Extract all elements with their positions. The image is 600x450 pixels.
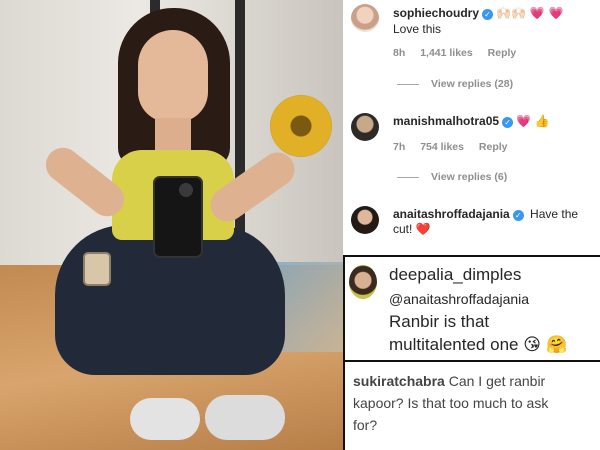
comment-text: Have the — [530, 207, 579, 221]
avatar[interactable] — [349, 265, 377, 299]
view-replies-label: View replies (6) — [431, 171, 508, 183]
comment-text: Can I get ranbir — [448, 373, 546, 389]
comment-text: Love this — [393, 22, 442, 36]
comment-text: Ranbir is that — [389, 312, 490, 331]
phone-camera — [179, 183, 193, 197]
comment-item: manishmalhotra05 ✓ 💗 👍 7h 754 likes Reply … — [343, 105, 600, 195]
sneaker — [205, 395, 285, 440]
view-replies-button[interactable]: View replies (6) — [397, 171, 519, 183]
comments-panel: sophiechoudry ✓ 🙌🏻🙌🏻 💗 💗 Love this 8h 1,44… — [343, 0, 600, 450]
divider — [343, 360, 345, 450]
avatar[interactable] — [351, 113, 379, 141]
view-replies-button[interactable]: View replies (28) — [397, 78, 525, 90]
comment-item: deepalia_dimples @anaitashroffadajania R… — [343, 257, 600, 360]
comment-likes[interactable]: 1,441 likes — [420, 47, 473, 59]
person-face — [138, 30, 208, 122]
verified-badge-icon: ✓ — [502, 117, 514, 128]
comment-username[interactable]: sophiechoudry — [393, 6, 479, 20]
view-replies-label: View replies (28) — [431, 78, 514, 90]
comment-mention[interactable]: @anaitashroffadajania — [389, 290, 529, 308]
avatar[interactable] — [351, 206, 379, 234]
comment-username[interactable]: anaitashroffadajania — [393, 207, 510, 221]
comment-username[interactable]: deepalia_dimples — [389, 265, 521, 284]
comment-likes[interactable]: 754 likes — [420, 141, 464, 153]
comment-time: 7h — [393, 141, 406, 153]
comment-username[interactable]: manishmalhotra05 — [393, 114, 499, 128]
avatar[interactable] — [351, 4, 379, 32]
comment-item: sophiechoudry ✓ 🙌🏻🙌🏻 💗 💗 Love this 8h 1,44… — [343, 0, 600, 100]
divider — [343, 255, 600, 257]
comment-text-continued: kapoor? Is that too much to ask — [353, 395, 549, 411]
verified-badge-icon: ✓ — [482, 9, 494, 20]
smartwatch — [83, 252, 111, 286]
sneaker — [130, 398, 200, 440]
comment-time: 8h — [393, 47, 406, 59]
divider — [343, 255, 345, 362]
comment-item: sukiratchabra Can I get ranbir kapoor? I… — [343, 362, 600, 450]
verified-badge-icon: ✓ — [512, 210, 524, 221]
replies-line — [397, 83, 419, 85]
comment-username[interactable]: sukiratchabra — [353, 373, 445, 389]
phone — [153, 176, 203, 258]
divider — [343, 360, 600, 362]
comment-emojis: 😘 🤗 — [523, 335, 568, 355]
comment-emojis: 🙌🏻🙌🏻 💗 💗 — [496, 6, 564, 20]
replies-line — [397, 176, 419, 178]
person-neck — [155, 118, 191, 154]
comment-item: anaitashroffadajania ✓ Have the cut! ❤️ — [343, 200, 600, 255]
reply-button[interactable]: Reply — [488, 47, 517, 59]
comment-emojis: 💗 👍 — [516, 114, 550, 128]
heart-icon: ❤️ — [415, 222, 431, 236]
comment-text-continued: cut! — [393, 222, 413, 236]
reply-button[interactable]: Reply — [479, 141, 508, 153]
post-photo — [0, 0, 343, 450]
weight-plate — [270, 95, 332, 157]
comment-text-continued: multitalented one — [389, 335, 519, 354]
comment-text-continued: for? — [353, 417, 378, 433]
